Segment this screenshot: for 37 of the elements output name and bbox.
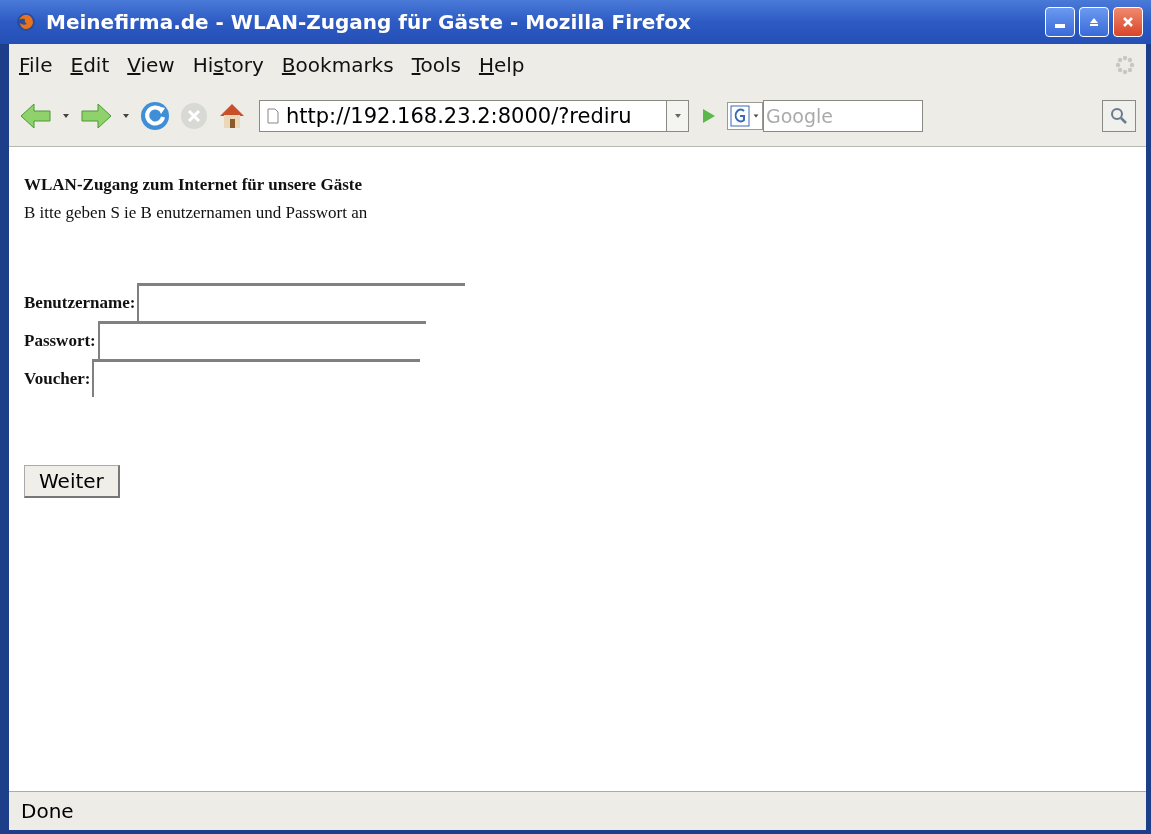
- reload-icon[interactable]: [139, 100, 171, 132]
- menu-item[interactable]: File: [19, 53, 53, 77]
- address-bar[interactable]: http://192.168.23.2:8000/?rediru: [259, 100, 667, 132]
- browser-logo-icon: [16, 12, 36, 32]
- history-dropdown-button[interactable]: [667, 100, 689, 132]
- engine-logo-icon: [730, 105, 750, 127]
- field-label: Benutzername:: [24, 293, 136, 314]
- page-icon: [266, 108, 280, 124]
- maximize-icon: [1088, 16, 1100, 28]
- window-title: Meinefirma.de - WLAN-Zugang für Gäste - Mozilla Firefox: [46, 10, 692, 34]
- minimize-button[interactable]: [1045, 7, 1075, 37]
- status-text: Done: [21, 799, 74, 823]
- field-label: Voucher:: [24, 369, 91, 390]
- caret-icon: [752, 112, 760, 120]
- menu-item[interactable]: Bookmarks: [281, 53, 394, 77]
- intro-text: B itte geben S ie B enutzernamen und Passwort an: [24, 203, 369, 223]
- back-icon[interactable]: [19, 101, 53, 131]
- close-button[interactable]: [1113, 7, 1143, 37]
- menu-item[interactable]: View: [127, 53, 175, 77]
- forward-icon[interactable]: [79, 101, 113, 131]
- menu-item[interactable]: Help: [478, 53, 525, 77]
- input-field[interactable]: [97, 321, 426, 359]
- page-heading: WLAN-Zugang zum Internet für unsere Gäste: [24, 175, 363, 195]
- menu-item[interactable]: History: [192, 53, 264, 77]
- field-label: Passwort:: [24, 331, 96, 352]
- close-icon: [1122, 16, 1134, 28]
- menu-item[interactable]: Edit: [70, 53, 110, 77]
- throbber-icon: [1114, 54, 1136, 76]
- search-field[interactable]: Google: [763, 100, 923, 132]
- input-field[interactable]: [137, 283, 466, 321]
- menu-item[interactable]: Tools: [411, 53, 461, 77]
- search-engine-button[interactable]: [727, 102, 763, 130]
- search-button[interactable]: [1102, 100, 1136, 132]
- minimize-icon: [1055, 24, 1065, 28]
- submit-button[interactable]: Weiter: [24, 465, 120, 498]
- search-icon: [1110, 107, 1128, 125]
- maximize-button[interactable]: [1079, 7, 1109, 37]
